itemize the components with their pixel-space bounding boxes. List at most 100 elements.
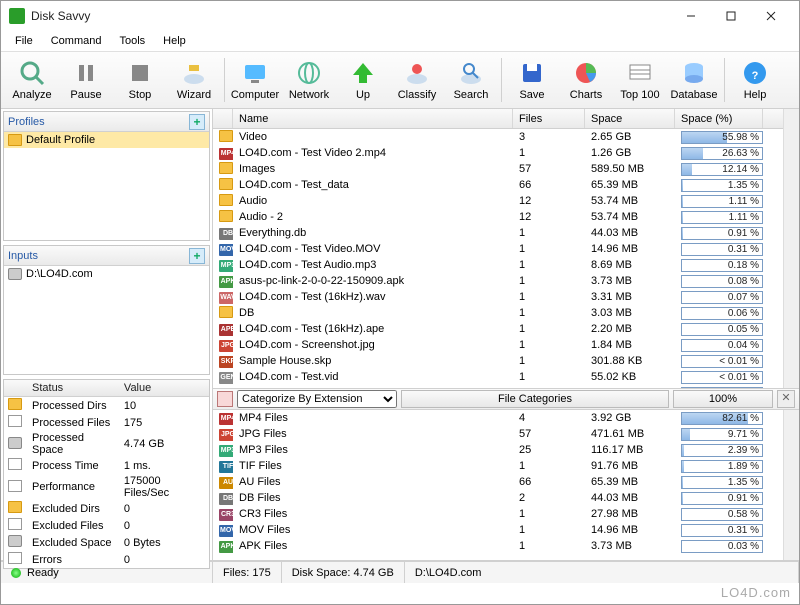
folder-icon [219,210,233,222]
pct-bar: 0.04 % [681,339,763,352]
mov-icon: MOV [219,244,233,256]
app-icon [9,8,25,24]
file-row[interactable]: WAVLO4D.com - Test (16kHz).wav13.31 MB0.… [213,289,783,305]
category-row[interactable]: DBDB Files244.03 MB0.91 % [213,490,783,506]
file-row[interactable]: MP3LO4D.com - Test Audio.mp318.69 MB0.18… [213,257,783,273]
toolbar-database[interactable]: Database [667,53,721,107]
profiles-list[interactable]: Default Profile [4,132,209,240]
toolbar-top-100[interactable]: Top 100 [613,53,667,107]
categorize-mode-select[interactable]: Categorize By Extension [237,390,397,408]
folder-icon [8,501,22,513]
doc-icon [8,415,22,427]
col-space[interactable]: Space [585,109,675,128]
toolbar-computer[interactable]: Computer [228,53,282,107]
menu-command[interactable]: Command [43,33,110,49]
category-row[interactable]: JPGJPG Files57471.61 MB9.71 % [213,426,783,442]
category-row[interactable]: MP4MP4 Files43.92 GB82.61 % [213,410,783,426]
toolbar-analyze[interactable]: Analyze [5,53,59,107]
file-categories-button[interactable]: File Categories [401,390,669,408]
drive-icon [8,268,22,280]
pct-bar: < 0.01 % [681,355,763,368]
file-row[interactable]: Audio - 21253.74 MB1.11 % [213,209,783,225]
pct-bar: 0.08 % [681,275,763,288]
profiles-header: Profiles [8,116,45,128]
close-button[interactable] [751,2,791,30]
category-row[interactable]: MP3MP3 Files25116.17 MB2.39 % [213,442,783,458]
category-row[interactable]: MOVMOV Files114.96 MB0.31 % [213,522,783,538]
pct-bar: 0.31 % [681,524,763,537]
pct-bar: 82.61 % [681,412,763,425]
col-name[interactable]: Name [233,109,513,128]
toolbar-help[interactable]: ?Help [728,53,782,107]
charts-icon [572,59,600,87]
col-files[interactable]: Files [513,109,585,128]
pct-bar: 1.89 % [681,460,763,473]
toolbar-classify[interactable]: Classify [390,53,444,107]
menu-file[interactable]: File [7,33,41,49]
toolbar-up[interactable]: Up [336,53,390,107]
add-profile-button[interactable]: + [189,114,205,130]
status-row: Excluded Space0 Bytes [4,534,209,551]
status-col-status[interactable]: Status [28,380,120,397]
file-row[interactable]: Audio1253.74 MB1.11 % [213,193,783,209]
pct-bar: 1.11 % [681,195,763,208]
toolbar-charts[interactable]: Charts [559,53,613,107]
profile-item[interactable]: Default Profile [4,132,209,148]
classify-icon [403,59,431,87]
category-grid-scrollbar[interactable] [783,410,799,560]
pct-bar: 0.18 % [681,259,763,272]
categorize-icon[interactable] [217,391,233,407]
toolbar-label: Computer [231,89,279,101]
file-row[interactable]: JPGLO4D.com - Screenshot.jpg11.84 MB0.04… [213,337,783,353]
close-category-button[interactable]: ✕ [777,390,795,408]
toolbar-label: Save [519,89,544,101]
category-row[interactable]: TIFTIF Files191.76 MB1.89 % [213,458,783,474]
category-row[interactable]: CR3CR3 Files127.98 MB0.58 % [213,506,783,522]
category-grid[interactable]: MP4MP4 Files43.92 GB82.61 %JPGJPG Files5… [213,410,799,560]
file-row[interactable]: Video32.65 GB55.98 % [213,129,783,145]
file-row[interactable]: MOVLO4D.com - Test Video.MOV114.96 MB0.3… [213,241,783,257]
file-grid-scrollbar[interactable] [783,109,799,388]
file-row[interactable]: LO4D.com - Test_data6665.39 MB1.35 % [213,177,783,193]
status-ready: Ready [27,567,59,579]
file-row[interactable]: SKPLO4D.com - Test.skp154.30 KB< 0.01 % [213,385,783,388]
statusbar: Ready Files: 175 Disk Space: 4.74 GB D:\… [1,561,799,583]
status-row: Processed Files175 [4,414,209,431]
file-row[interactable]: DB13.03 MB0.06 % [213,305,783,321]
toolbar-save[interactable]: Save [505,53,559,107]
category-row[interactable]: APKAPK Files13.73 MB0.03 % [213,538,783,554]
file-row[interactable]: GENLO4D.com - Test.vid155.02 KB< 0.01 % [213,369,783,385]
menu-tools[interactable]: Tools [111,33,153,49]
menu-help[interactable]: Help [155,33,194,49]
file-grid-body[interactable]: Video32.65 GB55.98 %MP4LO4D.com - Test V… [213,129,783,388]
pct-bar: 0.05 % [681,323,763,336]
maximize-button[interactable] [711,2,751,30]
file-row[interactable]: SKPSample House.skp1301.88 KB< 0.01 % [213,353,783,369]
folder-icon [219,162,233,174]
file-row[interactable]: DBEverything.db144.03 MB0.91 % [213,225,783,241]
inputs-list[interactable]: D:\LO4D.com [4,266,209,374]
file-row[interactable]: MP4LO4D.com - Test Video 2.mp411.26 GB26… [213,145,783,161]
toolbar-stop[interactable]: Stop [113,53,167,107]
file-row[interactable]: APELO4D.com - Test (16kHz).ape12.20 MB0.… [213,321,783,337]
minimize-button[interactable] [671,2,711,30]
status-col-value[interactable]: Value [120,380,209,397]
toolbar-search[interactable]: Search [444,53,498,107]
file-row[interactable]: Images57589.50 MB12.14 % [213,161,783,177]
toolbar-wizard[interactable]: Wizard [167,53,221,107]
category-row[interactable]: AUAU Files6665.39 MB1.35 % [213,474,783,490]
toolbar-network[interactable]: Network [282,53,336,107]
toolbar-pause[interactable]: Pause [59,53,113,107]
status-panel: Status Value Processed Dirs10Processed F… [3,379,210,569]
pct-bar: 0.03 % [681,540,763,553]
add-input-button[interactable]: + [189,248,205,264]
zoom-pct[interactable]: 100% [673,390,773,408]
col-space-pct[interactable]: Space (%) [675,109,763,128]
file-row[interactable]: APKasus-pc-link-2-0-0-22-150909.apk13.73… [213,273,783,289]
file-grid: Name Files Space Space (%) Video32.65 GB… [213,109,799,388]
clock-icon [8,458,22,470]
window-title: Disk Savvy [31,9,671,23]
toolbar-label: Analyze [12,89,51,101]
pct-bar: 1.11 % [681,211,763,224]
input-item[interactable]: D:\LO4D.com [4,266,209,282]
